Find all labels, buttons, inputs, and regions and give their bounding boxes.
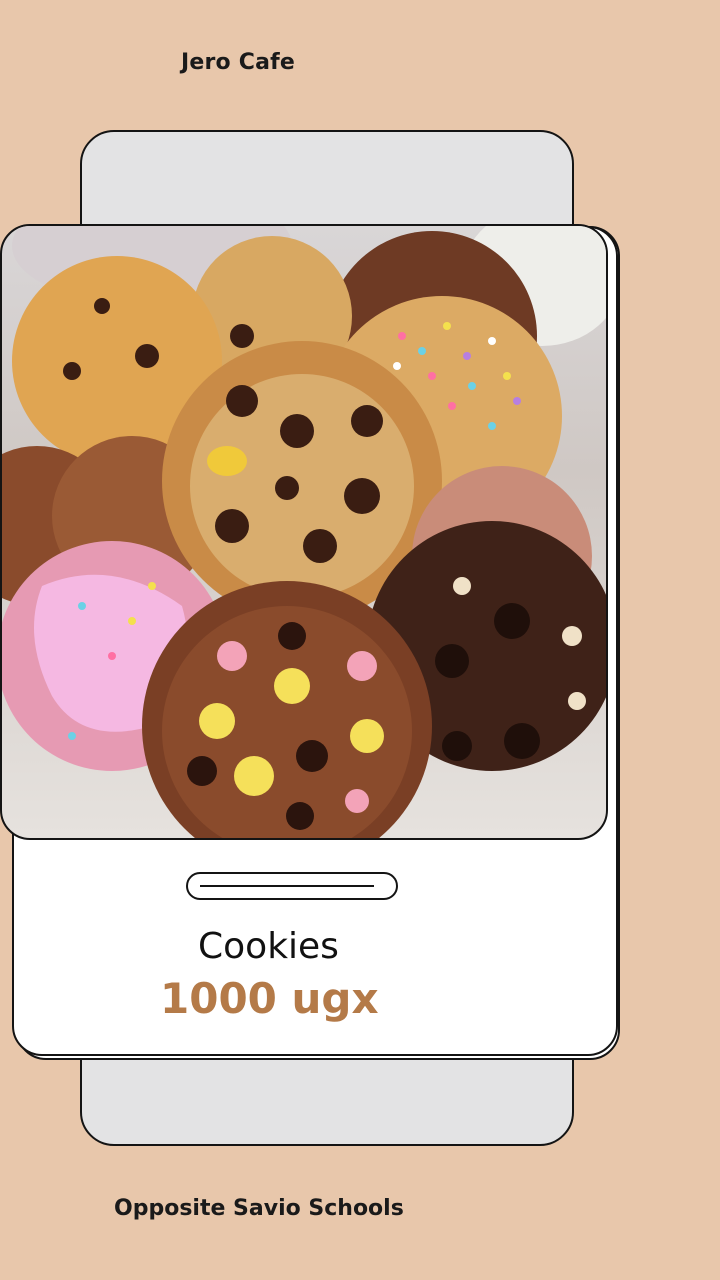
drag-handle[interactable] xyxy=(186,872,398,900)
brand-name: Jero Cafe xyxy=(181,50,296,75)
product-name: Cookies xyxy=(198,926,339,967)
product-price: 1000 ugx xyxy=(160,974,379,1023)
location-address: Opposite Savio Schools xyxy=(114,1196,404,1221)
product-photo xyxy=(0,224,608,840)
